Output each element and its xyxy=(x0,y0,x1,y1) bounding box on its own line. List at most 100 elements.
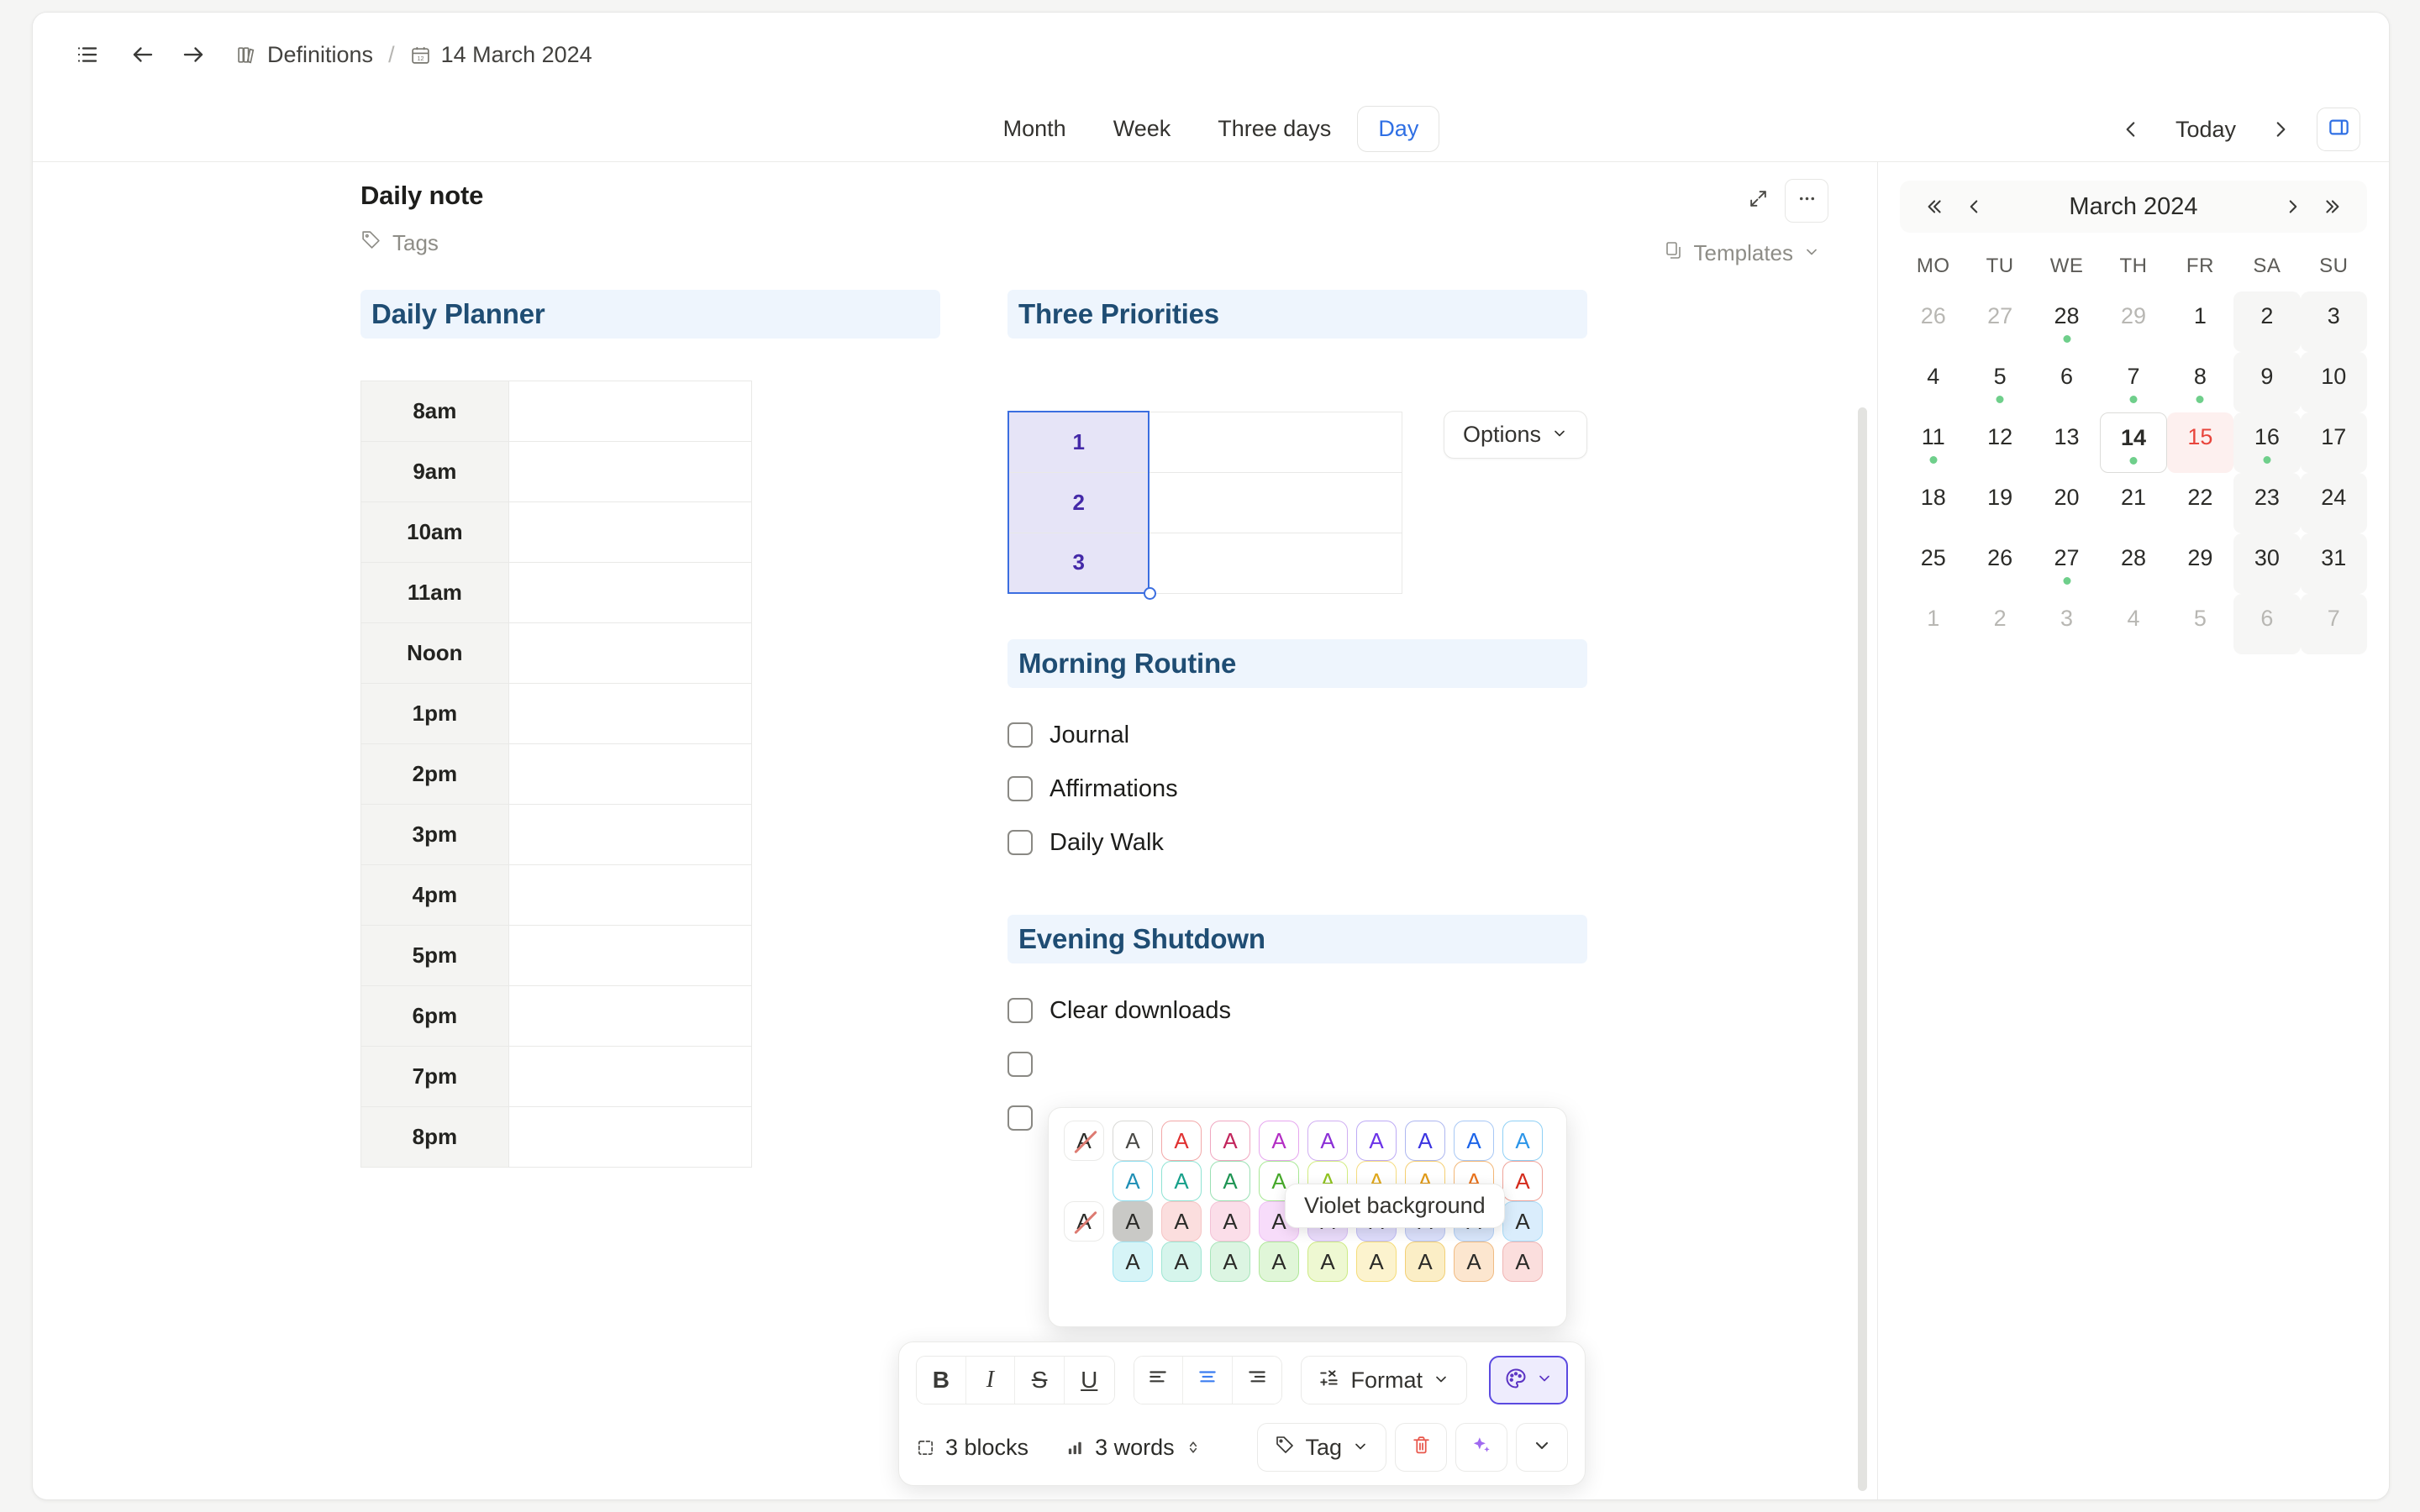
words-count[interactable]: 3 words xyxy=(1065,1435,1202,1461)
planner-hour-label[interactable]: 10am xyxy=(360,501,509,563)
calendar-day-cell[interactable]: 16 xyxy=(2233,412,2301,473)
planner-slot-cell[interactable] xyxy=(508,743,753,805)
previous-day-button[interactable] xyxy=(2108,107,2154,152)
color-swatch-amber-background[interactable]: A xyxy=(1405,1242,1445,1282)
morning-routine-item[interactable]: Journal xyxy=(1007,708,1587,762)
color-swatch-teal-background[interactable]: A xyxy=(1161,1242,1202,1282)
note-more-button[interactable] xyxy=(1785,179,1828,223)
planner-hour-label[interactable]: 9am xyxy=(360,441,509,502)
templates-button[interactable]: Templates xyxy=(1655,235,1829,271)
evening-shutdown-item[interactable]: Clear downloads xyxy=(1007,984,1587,1037)
planner-slot-cell[interactable] xyxy=(508,804,753,865)
planner-slot-cell[interactable] xyxy=(508,1106,753,1168)
color-swatch-red-background[interactable]: A xyxy=(1161,1201,1202,1242)
calendar-next-button[interactable] xyxy=(2275,188,2312,225)
calendar-day-cell[interactable]: 3 xyxy=(2300,291,2367,352)
color-swatch-cyan-background[interactable]: A xyxy=(1113,1242,1153,1282)
calendar-day-cell[interactable]: 23 xyxy=(2233,473,2301,533)
calendar-day-cell[interactable]: 4 xyxy=(2100,594,2166,654)
planner-slot-cell[interactable] xyxy=(508,683,753,744)
calendar-day-cell[interactable]: 19 xyxy=(1966,473,2033,533)
calendar-day-cell[interactable]: 21 xyxy=(2100,473,2166,533)
morning-routine-item[interactable]: Daily Walk xyxy=(1007,816,1587,869)
planner-hour-label[interactable]: 5pm xyxy=(360,925,509,986)
calendar-day-cell[interactable]: 6 xyxy=(2233,594,2301,654)
calendar-day-cell[interactable]: 24 xyxy=(2300,473,2367,533)
checkbox[interactable] xyxy=(1007,1105,1033,1131)
breadcrumb-current[interactable]: 12 14 March 2024 xyxy=(403,37,599,73)
sidebar-toggle-button[interactable] xyxy=(65,32,110,77)
color-swatch-yellow-background[interactable]: A xyxy=(1356,1242,1397,1282)
bold-button[interactable]: B xyxy=(917,1357,966,1404)
planner-hour-label[interactable]: 1pm xyxy=(360,683,509,744)
calendar-day-cell[interactable]: 30 xyxy=(2233,533,2301,594)
ai-assist-button[interactable] xyxy=(1455,1423,1507,1472)
color-swatch-magenta[interactable]: A xyxy=(1259,1121,1299,1161)
color-swatch-gray[interactable]: A xyxy=(1113,1121,1153,1161)
color-swatch-blue[interactable]: A xyxy=(1454,1121,1494,1161)
calendar-day-cell[interactable]: 7 xyxy=(2100,352,2166,412)
planner-slot-cell[interactable] xyxy=(508,562,753,623)
planner-hour-label[interactable]: 8am xyxy=(360,381,509,442)
calendar-day-cell[interactable]: 28 xyxy=(2100,533,2166,594)
checkbox[interactable] xyxy=(1007,1052,1033,1077)
color-swatch-no-background[interactable]: A xyxy=(1064,1201,1104,1242)
planner-hour-label[interactable]: 11am xyxy=(360,562,509,623)
tab-day[interactable]: Day xyxy=(1357,106,1440,152)
calendar-day-cell[interactable]: 14 xyxy=(2100,412,2167,473)
planner-hour-label[interactable]: 4pm xyxy=(360,864,509,926)
planner-slot-cell[interactable] xyxy=(508,381,753,442)
checkbox[interactable] xyxy=(1007,722,1033,748)
morning-routine-item[interactable]: Affirmations xyxy=(1007,762,1587,816)
priority-text-cell[interactable] xyxy=(1148,471,1403,533)
today-button[interactable]: Today xyxy=(2157,109,2254,150)
delete-button[interactable] xyxy=(1395,1423,1447,1472)
align-left-button[interactable] xyxy=(1134,1357,1184,1404)
calendar-prev-button[interactable] xyxy=(1955,188,1992,225)
priority-number-cell[interactable]: 1 xyxy=(1007,411,1150,473)
calendar-day-cell[interactable]: 18 xyxy=(1900,473,1966,533)
calendar-day-cell[interactable]: 27 xyxy=(1966,291,2033,352)
color-palette-button[interactable] xyxy=(1489,1356,1568,1404)
italic-button[interactable]: I xyxy=(965,1357,1016,1404)
tab-week[interactable]: Week xyxy=(1092,106,1192,152)
calendar-day-cell[interactable]: 5 xyxy=(2167,594,2233,654)
calendar-day-cell[interactable]: 11 xyxy=(1900,412,1966,473)
priority-number-cell[interactable]: 3 xyxy=(1007,532,1150,594)
color-swatch-lime-green-background[interactable]: A xyxy=(1259,1242,1299,1282)
tag-button[interactable]: Tag xyxy=(1257,1423,1386,1472)
planner-hour-label[interactable]: 2pm xyxy=(360,743,509,805)
calendar-first-button[interactable] xyxy=(1915,188,1952,225)
calendar-day-cell[interactable]: 26 xyxy=(1900,291,1966,352)
color-swatch-gray-background[interactable]: A xyxy=(1113,1201,1153,1242)
calendar-day-cell[interactable]: 8 xyxy=(2167,352,2233,412)
next-day-button[interactable] xyxy=(2258,107,2303,152)
calendar-day-cell[interactable]: 2 xyxy=(1966,594,2033,654)
calendar-day-cell[interactable]: 17 xyxy=(2300,412,2367,473)
calendar-day-cell[interactable]: 26 xyxy=(1966,533,2033,594)
options-button[interactable]: Options xyxy=(1443,411,1587,459)
priority-text-cell[interactable] xyxy=(1148,532,1403,594)
calendar-day-cell[interactable]: 1 xyxy=(1900,594,1966,654)
tab-three-days[interactable]: Three days xyxy=(1197,106,1352,152)
planner-slot-cell[interactable] xyxy=(508,925,753,986)
color-swatch-violet[interactable]: A xyxy=(1356,1121,1397,1161)
calendar-day-cell[interactable]: 1 xyxy=(2167,291,2233,352)
calendar-day-cell[interactable]: 12 xyxy=(1966,412,2033,473)
calendar-day-cell[interactable]: 7 xyxy=(2300,594,2367,654)
tab-month[interactable]: Month xyxy=(982,106,1087,152)
right-panel-toggle-button[interactable] xyxy=(2317,108,2360,151)
calendar-day-cell[interactable]: 28 xyxy=(2033,291,2100,352)
planner-hour-label[interactable]: 3pm xyxy=(360,804,509,865)
color-swatch-pink[interactable]: A xyxy=(1210,1121,1250,1161)
breadcrumb-parent[interactable]: Definitions xyxy=(229,37,380,73)
planner-hour-label[interactable]: 6pm xyxy=(360,985,509,1047)
color-swatch-teal[interactable]: A xyxy=(1161,1161,1202,1201)
priority-text-cell[interactable] xyxy=(1148,411,1403,473)
color-swatch-dark-red[interactable]: A xyxy=(1502,1161,1543,1201)
evening-shutdown-item[interactable] xyxy=(1007,1037,1587,1091)
expand-note-button[interactable] xyxy=(1736,179,1780,223)
color-swatch-lime-background[interactable]: A xyxy=(1307,1242,1348,1282)
color-swatch-green[interactable]: A xyxy=(1210,1161,1250,1201)
align-center-button[interactable] xyxy=(1183,1357,1233,1404)
